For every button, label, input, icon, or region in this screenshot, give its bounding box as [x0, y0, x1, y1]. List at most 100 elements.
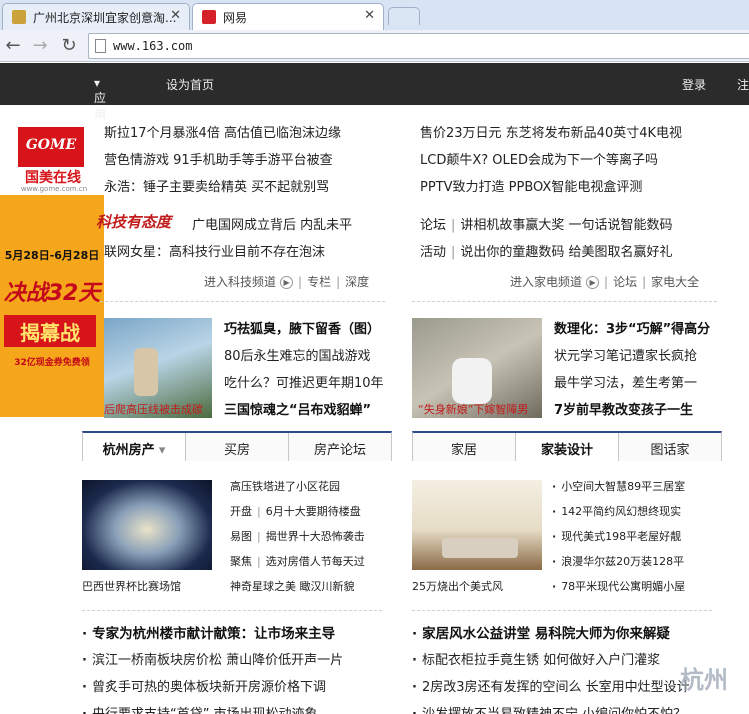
photo-bride: [452, 358, 492, 404]
ad-unveil: 揭幕战: [4, 315, 96, 347]
activity-item[interactable]: 活动 | 说出你的童趣数码 给美图取名赢好礼: [420, 241, 673, 260]
depth-link[interactable]: 深度: [345, 275, 369, 289]
tab-title: 网易: [223, 11, 248, 25]
decor-item[interactable]: 标配衣柜拉手竟生锈 如何做好入户门灌浆: [412, 649, 660, 668]
house-tabs: 杭州房产 ▾ 买房 房产论坛: [82, 431, 392, 461]
divider: [100, 301, 385, 302]
decor-item[interactable]: 2房改3房还有发挥的空间么 长室用中灶型设计: [412, 676, 690, 695]
decor-news-item[interactable]: 小空间大智慧89平三居室: [552, 478, 685, 494]
gome-ad[interactable]: GOME 国美在线 www.gome.com.cn 5月28日-6月28日 决战…: [0, 119, 104, 419]
gome-logo: GOME: [18, 127, 84, 167]
feature-right-item[interactable]: 状元学习笔记遭家长疯抢: [554, 345, 697, 364]
ad-dates: 5月28日-6月28日: [4, 249, 100, 262]
tab-hangzhou-house[interactable]: 杭州房产 ▾: [83, 433, 186, 461]
feature-right-title[interactable]: 7岁前早教改变孩子一生: [554, 399, 693, 418]
tab-title: 广州北京深圳宜家创意淘...: [33, 11, 177, 25]
tab-netease[interactable]: 网易 ✕: [192, 3, 384, 30]
divider: [412, 301, 717, 302]
tech-headline[interactable]: 斯拉17个月暴涨4倍 高估值已临泡沫边缘: [104, 122, 341, 141]
house-news-item[interactable]: 开盘 | 6月十大要期待楼盘: [230, 503, 361, 519]
house-item[interactable]: 央行要求支持“首贷” 市场出现松动迹象: [82, 703, 318, 714]
house-photo-caption[interactable]: 巴西世界杯比赛场馆: [82, 578, 181, 594]
tech-headline[interactable]: 永浩：锤子主要卖给精英 买不起就别骂: [104, 176, 329, 195]
divider: [82, 610, 382, 611]
feature-left-item[interactable]: 吃什么？可推迟更年期10年: [224, 372, 384, 391]
site-top-bar: 应用 ▾ 设为首页 登录 注: [0, 63, 749, 122]
decor-tabs: 家居 家装设计 图话家: [412, 431, 722, 461]
feature-left-caption[interactable]: 后爬高压线被击成碳: [104, 401, 203, 417]
address-bar[interactable]: www.163.com: [88, 33, 749, 59]
login-link[interactable]: 登录: [682, 76, 706, 93]
forward-arrow-icon[interactable]: →: [29, 35, 51, 56]
set-homepage-link[interactable]: 设为首页: [166, 76, 214, 93]
ad-banner: 5月28日-6月28日 决战32天 揭幕战 32亿现金券免费领: [0, 195, 104, 417]
gome-url: www.gome.com.cn: [20, 185, 88, 193]
page-icon: [95, 39, 106, 53]
house-news-item[interactable]: 神奇星球之美 瞰汉川新貌: [230, 578, 355, 594]
decor-news-item[interactable]: 78平米现代公寓明媚小屋: [552, 578, 685, 594]
feature-right-title[interactable]: 数理化：3步“巧解”得高分: [554, 318, 710, 337]
tab-photo-home[interactable]: 图话家: [619, 433, 721, 461]
decor-photo-caption[interactable]: 25万烧出个美式风: [412, 578, 503, 594]
feature-right-caption[interactable]: “失身新娘”下嫁智障男: [418, 401, 528, 417]
feature-left-title[interactable]: 巧祛狐臭，腋下留香（图）: [224, 318, 380, 337]
watermark: 杭州: [680, 666, 728, 694]
browser-toolbar: ← → ↻ www.163.com: [0, 30, 749, 62]
column-link[interactable]: 专栏: [307, 275, 331, 289]
reload-icon[interactable]: ↻: [58, 35, 80, 56]
photo-sofa: [442, 538, 518, 558]
page-favicon-icon: [12, 10, 26, 24]
tech-attitude-item[interactable]: 联网女星：高科技行业目前不存在泡沫: [104, 241, 325, 260]
chevron-down-icon: ▾: [158, 443, 166, 458]
enter-tech-channel-link[interactable]: 进入科技频道: [204, 275, 276, 289]
living-room-photo[interactable]: [412, 480, 542, 570]
tab-house-forum[interactable]: 房产论坛: [289, 433, 391, 461]
apps-menu[interactable]: 应用 ▾: [94, 76, 106, 122]
appliance-channel-links: 进入家电频道 ▶ | 论坛 | 家电大全: [510, 275, 700, 289]
tech-channel-links: 进入科技频道 ▶ | 专栏 | 深度: [204, 275, 370, 289]
forum-item[interactable]: 论坛 | 讲相机故事赢大奖 一句话说智能数码: [420, 214, 673, 233]
house-news-item[interactable]: 易图 | 揭世界十大恐怖袭击: [230, 528, 365, 544]
photo-figure: [134, 348, 158, 396]
arrow-right-icon: ▶: [586, 276, 600, 289]
house-headline[interactable]: 专家为杭州楼市献计献策：让市场来主导: [82, 622, 335, 642]
close-tab-icon[interactable]: ✕: [364, 8, 375, 23]
close-tab-icon[interactable]: ✕: [170, 8, 181, 23]
decor-headline[interactable]: 家居风水公益讲堂 易科院大师为你来解疑: [412, 622, 670, 642]
feature-right-item[interactable]: 最牛学习法，差生考第一: [554, 372, 697, 391]
tab-gome-ikea[interactable]: 广州北京深圳宜家创意淘... ✕: [2, 3, 190, 30]
appliance-headline[interactable]: LCD颠牛X? OLED会成为下一个等离子吗: [420, 149, 658, 168]
appliance-catalog-link[interactable]: 家电大全: [651, 275, 699, 289]
tab-home[interactable]: 家居: [413, 433, 516, 461]
house-item[interactable]: 曾炙手可热的奥体板块新开房源价格下调: [82, 676, 326, 695]
decor-news-item[interactable]: 142平简约风幻想终现实: [552, 503, 681, 519]
house-item[interactable]: 滨江一桥南板块房价松 萧山降价低开声一片: [82, 649, 343, 668]
decor-item[interactable]: 沙发摆放不当易致精神不宁 小编问你怕不怕？: [412, 703, 686, 714]
tab-decor-design[interactable]: 家装设计: [516, 433, 619, 461]
house-news-item[interactable]: 高压铁塔进了小区花园: [230, 478, 340, 494]
decor-news-item[interactable]: 现代美式198平老屋好靓: [552, 528, 681, 544]
stadium-photo[interactable]: [82, 480, 212, 570]
house-news-item[interactable]: 聚焦 | 选对房借人节每天过: [230, 553, 365, 569]
feature-left-item[interactable]: 80后永生难忘的国战游戏: [224, 345, 371, 364]
tech-headline[interactable]: 营色情游戏 91手机助手等手游平台被查: [104, 149, 333, 168]
appliance-headline[interactable]: PPTV致力打造 PPBOX智能电视盒评测: [420, 176, 642, 195]
enter-appliance-channel-link[interactable]: 进入家电频道: [510, 275, 582, 289]
tech-attitude-item[interactable]: 广电国网成立背后 内乱未平: [192, 214, 352, 233]
register-link[interactable]: 注: [737, 76, 749, 93]
appliance-headline[interactable]: 售价23万日元 东芝将发布新品40英寸4K电视: [420, 122, 682, 141]
forum-link[interactable]: 论坛: [613, 275, 637, 289]
tab-buy-house[interactable]: 买房: [186, 433, 289, 461]
decor-news-item[interactable]: 浪漫华尔兹20万装128平: [552, 553, 684, 569]
tech-attitude-logo[interactable]: 科技有态度: [96, 211, 171, 232]
ad-promo: 32亿现金券免费领: [14, 358, 90, 368]
address-text: www.163.com: [113, 39, 193, 53]
new-tab-button[interactable]: [388, 7, 420, 25]
back-arrow-icon[interactable]: ←: [2, 35, 24, 56]
gome-brand: 国美在线: [25, 170, 81, 186]
arrow-right-icon: ▶: [280, 276, 294, 289]
page-content: GOME 国美在线 www.gome.com.cn 5月28日-6月28日 决战…: [0, 105, 749, 714]
ad-battle: 决战32天: [3, 281, 101, 306]
netease-favicon-icon: [202, 10, 216, 24]
feature-left-title[interactable]: 三国惊魂之“吕布戏貂蝉”: [224, 399, 371, 418]
